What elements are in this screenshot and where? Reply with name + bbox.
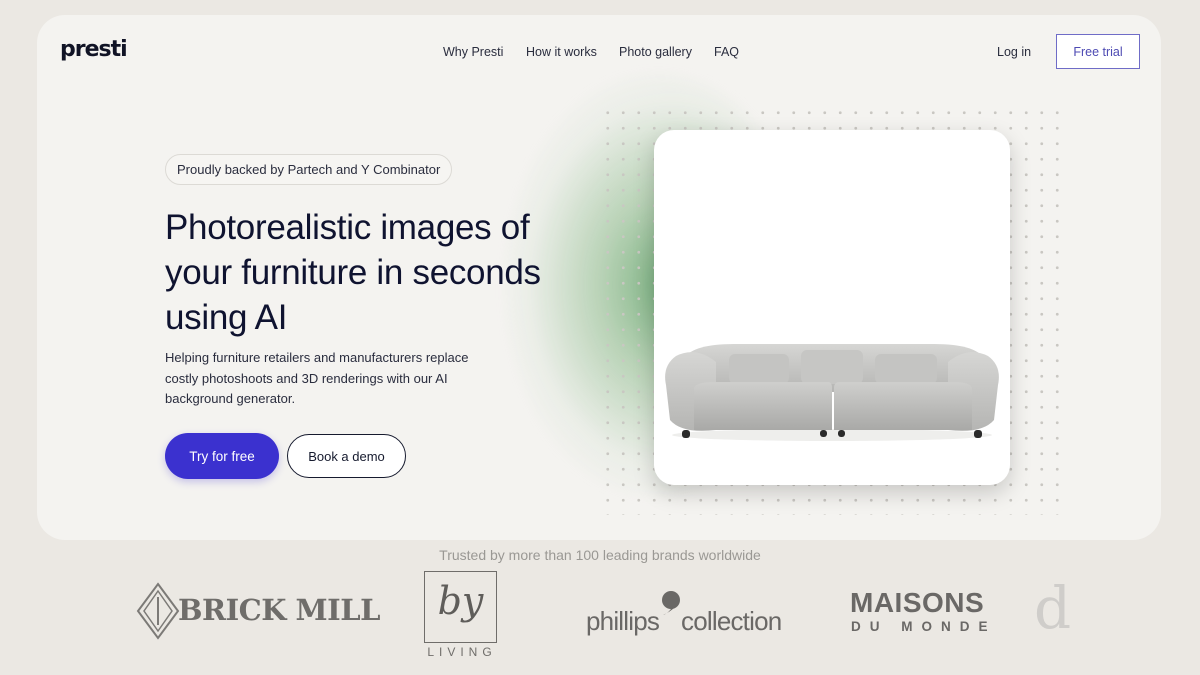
phillips-wordmark: phillips — [586, 606, 660, 636]
hero-subtitle-line-1: Helping furniture retailers and manufact… — [165, 350, 469, 365]
brick-mill-emblem-icon — [136, 582, 180, 640]
brick-mill-wordmark: BRICK MILL — [178, 593, 381, 627]
phillips-collection-logo: phillips collection — [586, 590, 796, 640]
sofa-image — [665, 344, 999, 441]
free-trial-button[interactable]: Free trial — [1056, 34, 1140, 69]
nav-why-presti[interactable]: Why Presti — [443, 45, 503, 59]
nav-photo-gallery[interactable]: Photo gallery — [619, 45, 692, 59]
nav-how-it-works[interactable]: How it works — [526, 45, 597, 59]
product-photo-card — [654, 130, 1010, 485]
hero-subtitle-line-2: costly photoshoots and 3D renderings wit… — [165, 370, 448, 386]
presti-logo[interactable]: presti — [60, 37, 128, 62]
hero-subtitle: Helping furniture retailers and manufact… — [165, 348, 495, 410]
maisons-du-monde-logo: MAISONS DU MONDE — [850, 588, 995, 638]
hero-title-line-1: Photorealistic images of — [165, 208, 530, 247]
book-a-demo-button[interactable]: Book a demo — [287, 434, 406, 478]
hero-title-line-2: your furniture in seconds — [165, 253, 541, 292]
hero-title-line-3: using AI — [165, 298, 288, 337]
backed-by-badge: Proudly backed by Partech and Y Combinat… — [165, 154, 453, 185]
nav-faq[interactable]: FAQ — [714, 45, 739, 59]
collection-wordmark: collection — [681, 606, 782, 636]
hero-title: Photorealistic images of your furniture … — [165, 205, 605, 340]
by-living-script: by — [437, 579, 484, 623]
by-living-wordmark: LIVING — [427, 645, 497, 659]
maisons-wordmark: MAISONS — [850, 587, 985, 618]
by-living-logo: by LIVING — [424, 571, 500, 663]
hero-subtitle-line-3: background generator. — [165, 391, 296, 406]
du-monde-wordmark: DU MONDE — [851, 619, 997, 634]
hero-card: presti Why Presti How it works Photo gal… — [37, 15, 1161, 540]
phillips-drop-icon — [662, 591, 680, 615]
login-link[interactable]: Log in — [997, 45, 1031, 59]
brick-mill-logo: BRICK MILL — [136, 582, 381, 642]
trusted-caption: Trusted by more than 100 leading brands … — [439, 547, 761, 563]
try-for-free-button[interactable]: Try for free — [165, 433, 279, 479]
partial-brand-logo: d — [1034, 574, 1072, 642]
